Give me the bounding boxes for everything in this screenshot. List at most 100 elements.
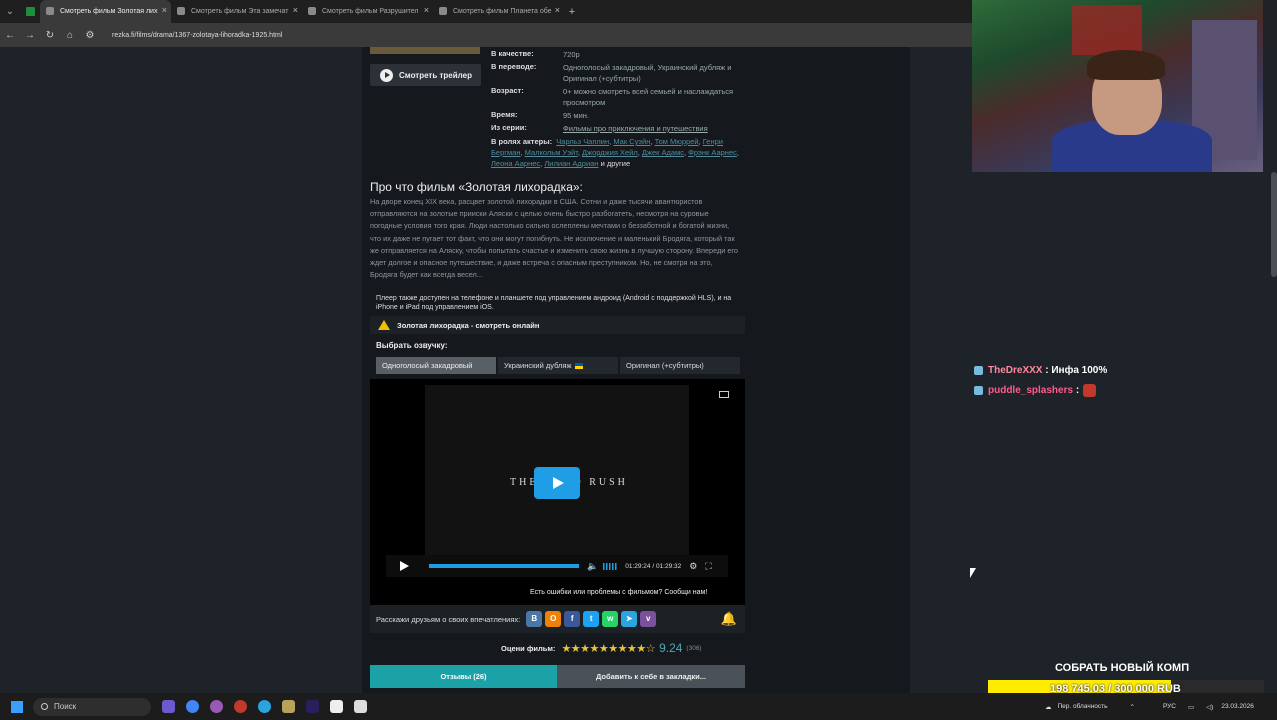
volume-slider[interactable]	[603, 562, 618, 570]
report-error-link[interactable]: Есть ошибки или проблемы с фильмом? Сооб…	[530, 589, 707, 596]
chrome-icon[interactable]	[186, 700, 199, 713]
webcam-overlay	[972, 0, 1263, 172]
settings-icon[interactable]: ⚙	[689, 561, 697, 572]
tab-title: Смотреть фильм Разрушител	[322, 8, 419, 15]
url-field[interactable]: rezka.fi/films/drama/1367-zolotaya-lihor…	[112, 32, 282, 39]
close-tab-icon[interactable]: ×	[162, 5, 167, 15]
share-text: Расскажи друзьям о своих впечатлениях:	[376, 614, 521, 624]
emote-icon	[1083, 384, 1097, 397]
opera-icon[interactable]	[234, 700, 247, 713]
tab-title: Смотреть фильм Планета обе	[453, 8, 552, 15]
new-tab-button[interactable]: +	[564, 6, 580, 18]
lang-indicator[interactable]: РУС	[1163, 703, 1176, 710]
favicon-icon	[439, 7, 447, 15]
wall-poster	[1072, 5, 1142, 55]
file-explorer-icon[interactable]	[282, 700, 295, 713]
search-icon	[41, 703, 48, 710]
close-tab-icon[interactable]: ×	[293, 5, 298, 15]
info-duration: Время: 95 мин.	[491, 110, 743, 121]
actor-link[interactable]: Лилиан Адриан	[544, 159, 598, 168]
twitter-icon[interactable]: t	[583, 611, 600, 627]
chat-message: puddle_splashers :	[974, 384, 1097, 397]
actors-label: В ролях актеры:	[491, 137, 553, 146]
app-icon-2[interactable]	[354, 700, 367, 713]
fullscreen-icon[interactable]: ⛶	[705, 561, 711, 572]
reload-icon[interactable]: ↻	[40, 30, 60, 41]
weather-text: Пер. облачность	[1057, 703, 1108, 710]
rating-label: Оцени фильм:	[501, 643, 556, 653]
windows-start-icon[interactable]	[11, 700, 23, 713]
tab-title: Смотреть фильм Золотая лих	[60, 8, 158, 15]
chat-user: puddle_splashers	[988, 385, 1074, 396]
big-play-button[interactable]	[534, 467, 580, 499]
actor-link[interactable]: Джек Адамс	[642, 148, 684, 157]
bell-icon[interactable]: 🔔	[721, 611, 737, 627]
tab-1[interactable]: Смотреть фильм Золотая лих ×	[40, 0, 171, 23]
back-icon[interactable]: ←	[0, 30, 20, 41]
page-scrollbar[interactable]	[1271, 172, 1277, 277]
actor-link[interactable]: Фрэнк Аарнес	[688, 148, 737, 157]
actor-link[interactable]: Джорджия Хейл	[582, 148, 638, 157]
tray-chevron-icon[interactable]: ⌃	[1130, 703, 1135, 711]
chat-message: TheDreXXX : Инфа 100%	[974, 365, 1107, 376]
task-view-icon[interactable]	[162, 700, 175, 713]
tab-menu-icon[interactable]: ⌄	[0, 0, 20, 23]
picture-in-picture-icon[interactable]	[719, 391, 729, 398]
whatsapp-icon[interactable]: w	[602, 611, 619, 627]
actor-link[interactable]: Леона Аарнес	[491, 159, 540, 168]
home-icon[interactable]: ⌂	[60, 30, 80, 41]
chat-user: TheDreXXX	[988, 365, 1043, 376]
close-tab-icon[interactable]: ×	[555, 5, 560, 15]
mouse-cursor-icon	[970, 568, 976, 578]
trailer-label: Смотреть трейлер	[399, 70, 472, 80]
actor-link[interactable]: Мак Суэйн	[613, 137, 650, 146]
tab-3[interactable]: Смотреть фильм Разрушител ×	[302, 0, 433, 23]
vk-icon[interactable]: В	[526, 611, 543, 627]
voice-option-single[interactable]: Одноголосый закадровый	[376, 357, 496, 374]
volume-icon[interactable]: 🔈	[587, 561, 598, 572]
actor-link[interactable]: Том Мюррей	[655, 137, 699, 146]
odnoklassniki-icon[interactable]: О	[545, 611, 562, 627]
info-key: В переводе:	[491, 62, 537, 71]
info-quality: В качестве: 720p	[491, 49, 743, 60]
rating-count: (306)	[686, 644, 702, 652]
rating-bar: Оцени фильм: ★★★★★★★★★☆ 9.24 (306)	[501, 641, 702, 655]
voice-option-ukrainian[interactable]: Украинский дубляж	[498, 357, 618, 374]
facebook-icon[interactable]: f	[564, 611, 581, 627]
ukraine-flag-icon	[574, 362, 583, 369]
close-tab-icon[interactable]: ×	[424, 5, 429, 15]
app-icon[interactable]	[210, 700, 223, 713]
taskbar-search[interactable]: Поиск	[33, 697, 151, 716]
video-player[interactable]: THE GOLD RUSH 🔈 01:29:24 / 01:29:32 ⚙ ⛶ …	[370, 379, 745, 605]
info-translation: В переводе: Одноголосый закадровый, Украи…	[491, 62, 743, 84]
address-bar: ← → ↻ ⌂ ⚙ rezka.fi/films/drama/1367-zolo…	[0, 23, 972, 47]
telegram-icon[interactable]: ➤	[621, 611, 638, 627]
bookmark-button[interactable]: Добавить к себе в закладки...	[557, 665, 745, 688]
rating-stars[interactable]: ★★★★★★★★★☆	[561, 642, 655, 655]
progress-bar[interactable]	[429, 564, 579, 568]
network-icon[interactable]: ▭	[1188, 703, 1194, 711]
search-placeholder: Поиск	[54, 702, 77, 711]
premiere-icon[interactable]	[306, 700, 319, 713]
tab-2[interactable]: Смотреть фильм Эта замечат ×	[171, 0, 302, 23]
sheets-app-icon[interactable]	[20, 0, 40, 23]
reviews-button[interactable]: Отзывы (26)	[370, 665, 557, 688]
forward-icon[interactable]: →	[20, 30, 40, 41]
series-link[interactable]: Фильмы про приключения и путешествия	[563, 123, 743, 134]
tab-4[interactable]: Смотреть фильм Планета обе ×	[433, 0, 564, 23]
voice-option-original[interactable]: Оригинал (+субтитры)	[620, 357, 740, 374]
viber-icon[interactable]: v	[640, 611, 657, 627]
weather-icon[interactable]: ☁	[1045, 703, 1052, 711]
watch-trailer-button[interactable]: Смотреть трейлер	[370, 64, 481, 86]
telegram-taskbar-icon[interactable]	[258, 700, 271, 713]
about-title: Про что фильм «Золотая лихорадка»:	[370, 180, 583, 194]
site-info-icon[interactable]: ⚙	[80, 30, 100, 41]
watch-online-bar: Золотая лихорадка - смотреть онлайн	[370, 316, 745, 334]
play-icon[interactable]	[400, 561, 409, 571]
actor-link[interactable]: Малкольм Уэйт	[525, 148, 578, 157]
tab-title: Смотреть фильм Эта замечат	[191, 8, 289, 15]
sound-icon[interactable]: ◁)	[1206, 703, 1213, 711]
obs-icon[interactable]	[330, 700, 343, 713]
actor-link[interactable]: Чарльз Чаплин	[556, 137, 609, 146]
info-key: В качестве:	[491, 49, 534, 58]
